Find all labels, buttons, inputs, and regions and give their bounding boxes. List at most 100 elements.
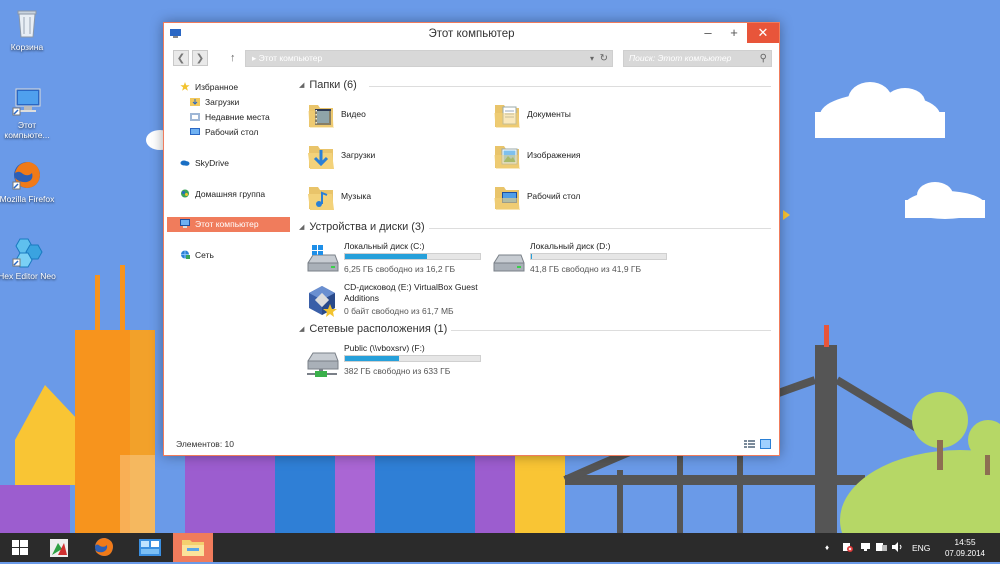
drive-usage-fill bbox=[345, 254, 428, 259]
network-tray-icon[interactable] bbox=[860, 542, 871, 552]
nav-skydrive[interactable]: SkyDrive bbox=[180, 156, 229, 170]
address-bar[interactable]: ▸ Этот компьютер ▾ ↻ bbox=[245, 50, 613, 67]
computer-icon bbox=[10, 84, 44, 118]
drive-name: Локальный диск (C:) bbox=[344, 241, 425, 251]
group-header-network[interactable]: ◢ Сетевые расположения (1) bbox=[299, 323, 771, 337]
desktop-icon-label: Корзина bbox=[10, 42, 44, 52]
drive-free-space: 0 байт свободно из 61,7 МБ bbox=[344, 306, 454, 316]
firefox-icon bbox=[10, 158, 44, 192]
folder-item[interactable]: Рабочий стол bbox=[485, 179, 655, 215]
desktop-icon-recycle-bin[interactable]: Корзина bbox=[0, 6, 57, 52]
drive-item[interactable]: CD-дисковод (E:) VirtualBox Guest Additi… bbox=[299, 282, 484, 326]
collapse-caret-icon: ◢ bbox=[299, 326, 305, 333]
drive-free-space: 382 ГБ свободно из 633 ГБ bbox=[344, 366, 451, 376]
folder-name: Изображения bbox=[527, 150, 581, 160]
status-bar: Элементов: 10 bbox=[164, 433, 779, 455]
computer-icon bbox=[180, 218, 190, 228]
desktop-icon bbox=[190, 126, 200, 135]
folder-item[interactable]: Загрузки bbox=[299, 138, 469, 174]
nav-desktop[interactable]: Рабочий стол bbox=[190, 125, 258, 139]
folder-item[interactable]: Видео bbox=[299, 97, 469, 133]
desktop-icon-this-pc[interactable]: Этот компьюте... bbox=[0, 84, 57, 140]
nav-recent-places[interactable]: Недавние места bbox=[190, 110, 270, 124]
collapse-caret-icon: ◢ bbox=[299, 224, 305, 231]
refresh-icon[interactable]: ↻ bbox=[600, 51, 608, 66]
details-view-icon[interactable] bbox=[744, 439, 755, 449]
folder-name: Музыка bbox=[341, 191, 372, 201]
address-chevron-icon: ▸ bbox=[252, 53, 257, 63]
cloud-icon bbox=[180, 157, 190, 166]
show-hidden-icons-icon[interactable]: ♦ bbox=[825, 543, 836, 553]
folder-name: Видео bbox=[341, 109, 366, 119]
input-language[interactable]: ENG bbox=[912, 543, 930, 553]
network-drive-item[interactable]: Public (\\vboxsrv) (F:) 382 ГБ свободно … bbox=[299, 343, 484, 383]
app-store-icon bbox=[50, 539, 68, 557]
hard-drive-icon bbox=[491, 243, 525, 277]
control-panel-icon bbox=[139, 539, 161, 556]
pictures-folder-icon bbox=[491, 140, 523, 172]
drive-usage-fill bbox=[531, 254, 533, 259]
group-divider bbox=[451, 330, 771, 331]
drive-usage-bar bbox=[344, 253, 481, 260]
folder-name: Загрузки bbox=[341, 150, 376, 160]
forward-button[interactable]: ❯ bbox=[192, 50, 208, 66]
taskbar-app-store[interactable] bbox=[40, 533, 80, 562]
close-button[interactable]: ✕ bbox=[747, 23, 779, 43]
clock-date[interactable]: 07.09.2014 bbox=[942, 549, 988, 558]
taskbar-control-panel[interactable] bbox=[130, 533, 170, 562]
title-bar[interactable]: Этот компьютер – + ✕ bbox=[164, 23, 779, 45]
system-tray: ♦ ENG 14:55 07.09.2014 bbox=[825, 533, 1000, 562]
action-center-icon[interactable] bbox=[842, 542, 853, 552]
homegroup-icon bbox=[180, 188, 190, 198]
folder-name: Документы bbox=[527, 109, 571, 119]
folder-item[interactable]: Изображения bbox=[485, 138, 655, 174]
start-button[interactable] bbox=[0, 533, 40, 562]
item-count: Элементов: 10 bbox=[176, 439, 234, 449]
nav-homegroup[interactable]: Домашняя группа bbox=[180, 187, 265, 201]
search-input[interactable]: Поиск: Этот компьютер ⚲ bbox=[623, 50, 772, 67]
search-icon[interactable]: ⚲ bbox=[760, 51, 767, 66]
drive-name: CD-дисковод (E:) VirtualBox Guest Additi… bbox=[344, 282, 478, 303]
maximize-button[interactable]: + bbox=[721, 23, 747, 43]
back-button[interactable]: ❮ bbox=[173, 50, 189, 66]
windows-logo-icon bbox=[12, 540, 28, 555]
drive-usage-bar bbox=[530, 253, 667, 260]
music-folder-icon bbox=[305, 181, 337, 213]
desktop-icon-firefox[interactable]: Mozilla Firefox bbox=[0, 158, 57, 204]
documents-folder-icon bbox=[491, 99, 523, 131]
window-title: Этот компьютер bbox=[428, 28, 515, 40]
nav-network[interactable]: Сеть bbox=[180, 248, 214, 262]
desktop-icon-label: Этот компьюте... bbox=[4, 120, 50, 140]
address-dropdown-icon[interactable]: ▾ bbox=[590, 51, 594, 66]
nav-favorites[interactable]: Избранное bbox=[180, 80, 238, 94]
system-drive-icon bbox=[305, 243, 339, 277]
drive-item[interactable]: Локальный диск (D:) 41,8 ГБ свободно из … bbox=[485, 241, 670, 281]
minimize-button[interactable]: – bbox=[695, 23, 721, 43]
taskbar-file-explorer[interactable] bbox=[173, 533, 213, 562]
large-icons-view-icon[interactable] bbox=[760, 439, 771, 449]
desktop-icon-label: Hex Editor Neo bbox=[0, 271, 56, 281]
group-header-folders[interactable]: ◢ Папки (6) bbox=[299, 79, 771, 93]
collapse-caret-icon: ◢ bbox=[299, 82, 305, 89]
search-placeholder: Поиск: Этот компьютер bbox=[629, 53, 732, 63]
clock-time[interactable]: 14:55 bbox=[942, 537, 988, 547]
nav-downloads[interactable]: Загрузки bbox=[190, 95, 239, 109]
folder-item[interactable]: Документы bbox=[485, 97, 655, 133]
network-icon bbox=[180, 249, 190, 259]
virtualbox-cd-icon bbox=[305, 284, 339, 318]
desktop-folder-icon bbox=[491, 181, 523, 213]
video-folder-icon bbox=[305, 99, 337, 131]
folder-item[interactable]: Музыка bbox=[299, 179, 469, 215]
downloads-folder-icon bbox=[305, 140, 337, 172]
drive-item[interactable]: Локальный диск (C:) 6,25 ГБ свободно из … bbox=[299, 241, 484, 281]
drive-name: Public (\\vboxsrv) (F:) bbox=[344, 343, 425, 353]
desktop-icon-hex-editor[interactable]: Hex Editor Neo bbox=[0, 235, 57, 281]
nav-this-pc[interactable]: Этот компьютер bbox=[180, 217, 259, 231]
taskbar-firefox[interactable] bbox=[84, 533, 124, 562]
explorer-window[interactable]: Этот компьютер – + ✕ ❮ ❯ ↑ ▸ Этот компью… bbox=[163, 22, 780, 456]
group-header-devices[interactable]: ◢ Устройства и диски (3) bbox=[299, 221, 771, 235]
up-button[interactable]: ↑ bbox=[230, 52, 236, 64]
volume-icon[interactable] bbox=[892, 542, 903, 552]
firefox-icon bbox=[95, 538, 113, 556]
device-tray-icon[interactable] bbox=[876, 542, 887, 552]
